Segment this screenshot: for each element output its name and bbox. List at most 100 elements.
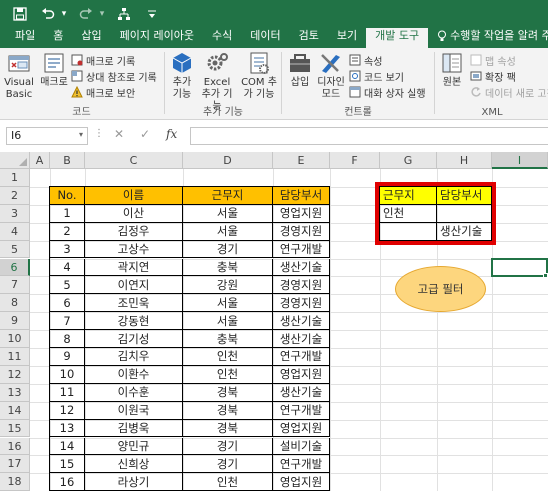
table-cell[interactable]: 6 (50, 294, 85, 313)
table-cell[interactable]: 김정우 (85, 222, 183, 241)
table-cell[interactable]: 9 (50, 348, 85, 366)
tab-formulas[interactable]: 수식 (203, 28, 241, 48)
table-cell[interactable]: 김치우 (85, 348, 183, 366)
insert-function-icon[interactable]: fx (166, 127, 177, 141)
table-cell[interactable]: 1 (50, 204, 85, 223)
tab-developer[interactable]: 개발 도구 (366, 28, 429, 48)
table-cell[interactable]: 이산 (85, 204, 183, 223)
row-header-15[interactable]: 15 (0, 419, 30, 438)
formula-bar-splitter-icon[interactable]: ⋮ (94, 128, 104, 139)
run-dialog-button[interactable]: 대화 상자 실행 (349, 85, 426, 100)
table-cell[interactable]: 연구개발 (273, 455, 330, 474)
macro-button[interactable]: 매크로 (38, 51, 70, 89)
table-cell[interactable]: 설비기술 (273, 437, 330, 456)
tab-data[interactable]: 데이터 (241, 28, 289, 48)
table-cell[interactable]: 경영지원 (273, 276, 330, 295)
table-cell[interactable]: 15 (50, 455, 85, 474)
table-cell[interactable]: 경기 (183, 455, 273, 474)
column-header-f[interactable]: F (330, 152, 380, 169)
table-cell[interactable]: 이수훈 (85, 383, 183, 402)
row-header-9[interactable]: 9 (0, 312, 30, 331)
customize-qat-icon[interactable] (142, 4, 162, 24)
table-cell[interactable]: 11 (50, 383, 85, 402)
formula-input[interactable] (190, 127, 548, 145)
row-header-2[interactable]: 2 (0, 186, 30, 205)
redo-dropdown-icon[interactable]: ▾ (98, 4, 106, 24)
cancel-icon[interactable]: ✕ (114, 127, 124, 141)
name-box-dropdown-icon[interactable]: ▾ (79, 130, 83, 139)
row-header-4[interactable]: 4 (0, 222, 30, 241)
worksheet-grid[interactable]: ABCDEFGHI12345678910111213141516171819No… (0, 152, 548, 491)
table-cell[interactable]: 생산기술 (273, 258, 330, 277)
table-cell[interactable]: 경북 (183, 401, 273, 420)
row-header-13[interactable]: 13 (0, 383, 30, 402)
enter-check-icon[interactable]: ✓ (140, 127, 150, 141)
active-cell-i6[interactable] (491, 257, 548, 278)
select-all-button[interactable] (0, 152, 30, 169)
column-header-a[interactable]: A (30, 152, 50, 169)
table-cell[interactable]: 영업지원 (273, 204, 330, 223)
table-cell[interactable]: 강동현 (85, 312, 183, 331)
row-header-6[interactable]: 6 (0, 258, 30, 277)
row-header-16[interactable]: 16 (0, 437, 30, 456)
record-macro-button[interactable]: 매크로 기록 (71, 53, 135, 68)
table-cell[interactable]: 12 (50, 401, 85, 420)
table-cell[interactable]: 서울 (183, 222, 273, 241)
table-cell[interactable]: 서울 (183, 204, 273, 223)
table-cell[interactable]: 생산기술 (273, 330, 330, 348)
table-cell[interactable]: 16 (50, 473, 85, 491)
row-header-14[interactable]: 14 (0, 401, 30, 420)
tab-insert[interactable]: 삽입 (72, 28, 110, 48)
table-cell[interactable]: 5 (50, 276, 85, 295)
column-header-g[interactable]: G (380, 152, 437, 169)
table-cell[interactable]: 연구개발 (273, 240, 330, 259)
row-header-17[interactable]: 17 (0, 455, 30, 474)
table-cell[interactable]: 조민욱 (85, 294, 183, 313)
tab-file[interactable]: 파일 (6, 28, 44, 48)
table-cell[interactable]: 2 (50, 222, 85, 241)
table-cell[interactable]: 인천 (183, 348, 273, 366)
tell-me-box[interactable]: 수행할 작업을 알려 주 (428, 28, 548, 48)
refresh-data-button[interactable]: 데이터 새로 고침 (470, 85, 548, 100)
tab-page-layout[interactable]: 페이지 레이아웃 (111, 28, 203, 48)
properties-button[interactable]: 속성 (349, 53, 382, 68)
row-header-7[interactable]: 7 (0, 276, 30, 295)
table-cell[interactable]: 양민규 (85, 437, 183, 456)
row-header-18[interactable]: 18 (0, 473, 30, 491)
table-cell[interactable]: 인천 (183, 365, 273, 384)
table-cell[interactable]: 김기성 (85, 330, 183, 348)
table-cell[interactable]: 10 (50, 365, 85, 384)
visual-basic-button[interactable]: Visual Basic (4, 51, 34, 101)
tab-home[interactable]: 홈 (44, 28, 72, 48)
column-header-i[interactable]: I (492, 152, 548, 169)
name-box[interactable]: I6 (6, 127, 88, 145)
table-cell[interactable]: 경기 (183, 240, 273, 259)
table-cell[interactable]: 경기 (183, 437, 273, 456)
relative-reference-button[interactable]: 상대 참조로 기록 (71, 69, 157, 84)
table-cell[interactable]: 경영지원 (273, 222, 330, 241)
table-cell[interactable]: 경영지원 (273, 294, 330, 313)
table-cell[interactable]: 곽지연 (85, 258, 183, 277)
redo-icon[interactable] (76, 4, 96, 24)
table-cell[interactable]: 이환수 (85, 365, 183, 384)
table-cell[interactable]: 8 (50, 330, 85, 348)
table-cell[interactable]: 강원 (183, 276, 273, 295)
undo-icon[interactable] (38, 4, 58, 24)
row-header-3[interactable]: 3 (0, 204, 30, 223)
table-header-cell[interactable]: 근무지 (183, 186, 273, 205)
row-header-11[interactable]: 11 (0, 348, 30, 366)
table-cell[interactable]: 충북 (183, 258, 273, 277)
table-cell[interactable]: 충북 (183, 330, 273, 348)
tree-icon[interactable] (114, 4, 134, 24)
table-cell[interactable]: 연구개발 (273, 401, 330, 420)
table-cell[interactable]: 서울 (183, 312, 273, 331)
tab-view[interactable]: 보기 (328, 28, 366, 48)
xml-source-button[interactable]: 원본 (438, 51, 466, 89)
table-cell[interactable]: 영업지원 (273, 419, 330, 438)
table-cell[interactable]: 경북 (183, 419, 273, 438)
table-cell[interactable]: 서울 (183, 294, 273, 313)
table-cell[interactable]: 이원국 (85, 401, 183, 420)
table-cell[interactable]: 영업지원 (273, 365, 330, 384)
table-cell[interactable]: 4 (50, 258, 85, 277)
view-code-button[interactable]: 코드 보기 (349, 69, 404, 84)
